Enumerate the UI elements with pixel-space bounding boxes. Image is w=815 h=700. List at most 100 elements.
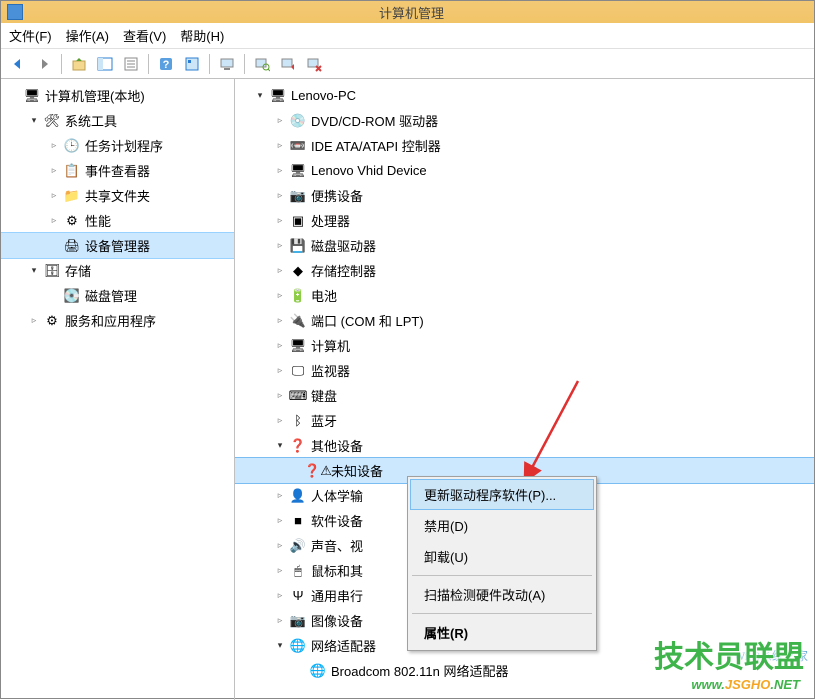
left-tree-pane: 🖥 计算机管理(本地) ▾ 🛠 系统工具 ▹ 🕒 任务计划程序 ▹ 📋 事件查看… — [1, 79, 235, 700]
expander-icon[interactable] — [293, 664, 307, 678]
tree-storage[interactable]: ▾ 🗄 存储 — [1, 258, 234, 283]
expander-icon[interactable]: ▹ — [273, 164, 287, 178]
device-icon: 📷 — [289, 187, 307, 205]
device-category[interactable]: ▹ᛒ蓝牙 — [235, 408, 814, 433]
expander-icon[interactable]: ▹ — [47, 139, 61, 153]
label: DVD/CD-ROM 驱动器 — [311, 111, 438, 130]
expander-icon[interactable] — [47, 289, 61, 303]
tree-disk-mgmt[interactable]: 💽 磁盘管理 — [1, 283, 234, 308]
right-tree-pane: ▾ 🖥 Lenovo-PC ▹💿DVD/CD-ROM 驱动器▹📼IDE ATA/… — [235, 79, 814, 700]
device-category[interactable]: ▹📷便携设备 — [235, 183, 814, 208]
expander-icon[interactable]: ▹ — [273, 514, 287, 528]
context-properties[interactable]: 属性(R) — [410, 617, 594, 648]
tree-shared-folders[interactable]: ▹ 📁 共享文件夹 — [1, 183, 234, 208]
properties-button[interactable] — [120, 53, 142, 75]
device-category[interactable]: ▹▣处理器 — [235, 208, 814, 233]
expander-icon[interactable]: ▹ — [273, 114, 287, 128]
expander-icon[interactable]: ▹ — [273, 389, 287, 403]
computer-button[interactable] — [216, 53, 238, 75]
tree-task-scheduler[interactable]: ▹ 🕒 任务计划程序 — [1, 133, 234, 158]
device-category[interactable]: ▹🖥计算机 — [235, 333, 814, 358]
menu-view[interactable]: 查看(V) — [123, 26, 166, 45]
update-button[interactable] — [277, 53, 299, 75]
device-category[interactable]: ▹💾磁盘驱动器 — [235, 233, 814, 258]
expander-icon[interactable]: ▹ — [273, 564, 287, 578]
storage-icon: 🗄 — [43, 262, 61, 280]
expander-icon[interactable]: ▹ — [273, 139, 287, 153]
menu-help[interactable]: 帮助(H) — [180, 26, 224, 45]
expander-icon[interactable]: ▹ — [273, 364, 287, 378]
device-icon: 🖥 — [289, 337, 307, 355]
expander-icon[interactable]: ▾ — [27, 114, 41, 128]
expander-icon[interactable]: ▾ — [273, 439, 287, 453]
expander-icon[interactable]: ▹ — [273, 414, 287, 428]
expander-icon[interactable]: ▾ — [253, 89, 267, 103]
scan-button[interactable] — [251, 53, 273, 75]
forward-button[interactable] — [33, 53, 55, 75]
menu-action[interactable]: 操作(A) — [66, 26, 109, 45]
expander-icon[interactable]: ▾ — [27, 264, 41, 278]
expander-icon[interactable] — [47, 239, 61, 253]
tree-services[interactable]: ▹ ⚙ 服务和应用程序 — [1, 308, 234, 333]
expander-icon[interactable]: ▹ — [273, 614, 287, 628]
view-button[interactable] — [181, 53, 203, 75]
expander-icon[interactable]: ▹ — [273, 314, 287, 328]
device-icon: 🌐 — [289, 637, 307, 655]
up-button[interactable] — [68, 53, 90, 75]
uninstall-button[interactable] — [303, 53, 325, 75]
device-category[interactable]: ▹◆存储控制器 — [235, 258, 814, 283]
expander-icon[interactable]: ▾ — [273, 639, 287, 653]
device-category[interactable]: ▹🔌端口 (COM 和 LPT) — [235, 308, 814, 333]
tree-root-computer-mgmt[interactable]: 🖥 计算机管理(本地) — [1, 83, 234, 108]
tree-device-manager[interactable]: 🖨 设备管理器 — [1, 233, 234, 258]
context-update-driver[interactable]: 更新驱动程序软件(P)... — [410, 479, 594, 510]
context-disable[interactable]: 禁用(D) — [410, 510, 594, 541]
device-icon: 👤 — [289, 487, 307, 505]
label: IDE ATA/ATAPI 控制器 — [311, 136, 441, 155]
tree-event-viewer[interactable]: ▹ 📋 事件查看器 — [1, 158, 234, 183]
device-icon: ◆ — [289, 262, 307, 280]
clock-icon: 🕒 — [63, 137, 81, 155]
label: 存储控制器 — [311, 261, 376, 280]
show-hide-tree-button[interactable] — [94, 53, 116, 75]
tree-performance[interactable]: ▹ ⚙ 性能 — [1, 208, 234, 233]
device-root[interactable]: ▾ 🖥 Lenovo-PC — [235, 83, 814, 108]
device-category[interactable]: ▹🔋电池 — [235, 283, 814, 308]
label: 存储 — [65, 261, 91, 280]
expander-icon[interactable]: ▹ — [273, 214, 287, 228]
tree-system-tools[interactable]: ▾ 🛠 系统工具 — [1, 108, 234, 133]
separator — [209, 54, 210, 74]
context-uninstall[interactable]: 卸载(U) — [410, 541, 594, 572]
context-scan[interactable]: 扫描检测硬件改动(A) — [410, 579, 594, 610]
device-category[interactable]: ▹📼IDE ATA/ATAPI 控制器 — [235, 133, 814, 158]
device-icon: 🖱 — [289, 562, 307, 580]
expander-icon[interactable]: ▹ — [273, 239, 287, 253]
back-button[interactable] — [7, 53, 29, 75]
expander-icon[interactable]: ▹ — [273, 189, 287, 203]
label: 事件查看器 — [85, 161, 150, 180]
menu-bar: 文件(F) 操作(A) 查看(V) 帮助(H) — [1, 23, 814, 49]
device-category[interactable]: ▾❓其他设备 — [235, 433, 814, 458]
device-icon: ■ — [289, 512, 307, 530]
device-category[interactable]: ▹💿DVD/CD-ROM 驱动器 — [235, 108, 814, 133]
device-category[interactable]: ▹⌨键盘 — [235, 383, 814, 408]
label: 蓝牙 — [311, 411, 337, 430]
help-button[interactable]: ? — [155, 53, 177, 75]
expander-icon[interactable]: ▹ — [273, 489, 287, 503]
expander-icon[interactable] — [7, 89, 21, 103]
device-category[interactable]: ▹🖥Lenovo Vhid Device — [235, 158, 814, 183]
expander-icon[interactable]: ▹ — [273, 264, 287, 278]
expander-icon[interactable]: ▹ — [47, 214, 61, 228]
expander-icon[interactable]: ▹ — [273, 589, 287, 603]
menu-file[interactable]: 文件(F) — [9, 26, 52, 45]
expander-icon[interactable]: ▹ — [273, 289, 287, 303]
label: 共享文件夹 — [85, 186, 150, 205]
expander-icon[interactable]: ▹ — [47, 164, 61, 178]
expander-icon[interactable]: ▹ — [47, 189, 61, 203]
expander-icon[interactable]: ▹ — [273, 539, 287, 553]
label: 处理器 — [311, 211, 350, 230]
label: 计算机管理(本地) — [45, 86, 145, 105]
expander-icon[interactable]: ▹ — [27, 314, 41, 328]
device-category[interactable]: ▹🖵监视器 — [235, 358, 814, 383]
expander-icon[interactable]: ▹ — [273, 339, 287, 353]
